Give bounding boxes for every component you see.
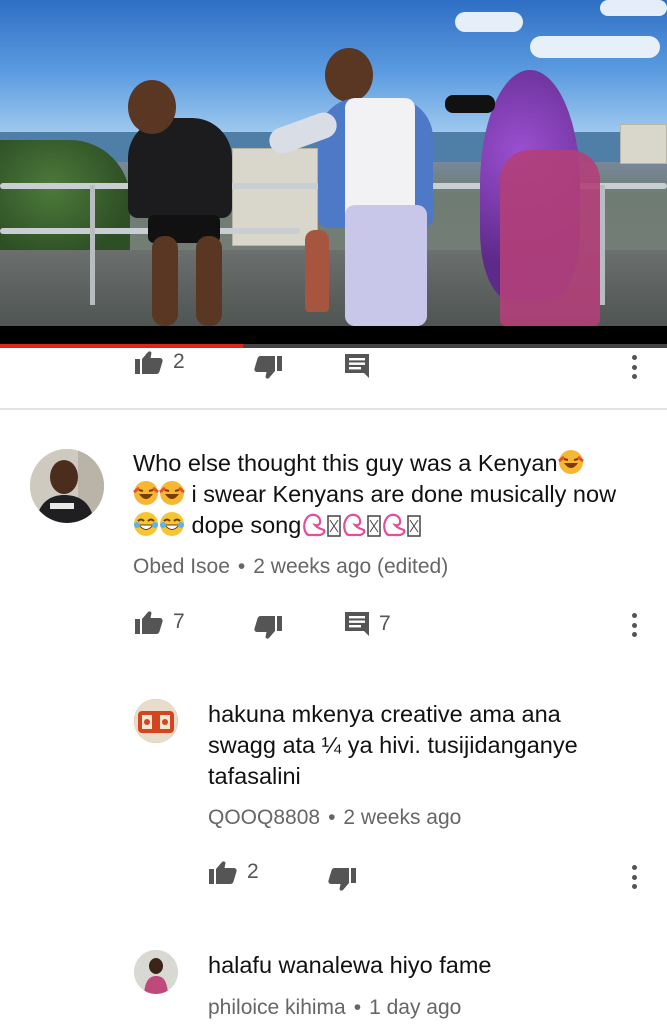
more-vertical-icon[interactable] bbox=[627, 862, 641, 892]
thumb-down-icon bbox=[254, 616, 282, 640]
comment-time: 1 day ago bbox=[369, 996, 462, 1019]
flexed-biceps-emoji-icon bbox=[301, 511, 327, 537]
laughing-emoji-icon bbox=[557, 449, 584, 475]
avatar[interactable] bbox=[134, 699, 178, 743]
avatar[interactable] bbox=[134, 950, 178, 994]
thumb-up-icon bbox=[135, 610, 163, 634]
dislike-button[interactable] bbox=[328, 868, 356, 892]
comment-time: 2 weeks ago (edited) bbox=[253, 555, 449, 578]
crying-laughing-emoji-icon bbox=[133, 511, 159, 537]
comment-button[interactable] bbox=[345, 354, 369, 378]
meta-separator: • bbox=[353, 996, 362, 1019]
thumb-up-icon bbox=[135, 350, 163, 374]
player-bottom-bar bbox=[0, 326, 667, 346]
reply-button[interactable]: 7 bbox=[345, 612, 391, 636]
flexed-biceps-emoji-icon bbox=[381, 511, 407, 537]
laughing-emoji-icon bbox=[133, 480, 159, 506]
flexed-biceps-emoji-icon bbox=[341, 511, 367, 537]
comment-time: 2 weeks ago bbox=[343, 806, 462, 829]
dislike-button[interactable] bbox=[254, 356, 282, 380]
comment-meta: philoice kihima • 1 day ago bbox=[208, 996, 461, 1020]
video-action-row: 2 bbox=[0, 346, 667, 380]
comment-icon bbox=[345, 612, 369, 636]
unsupported-glyph-icon bbox=[327, 514, 342, 540]
thumb-down-icon bbox=[254, 356, 282, 380]
thumb-up-icon bbox=[209, 860, 237, 884]
comment-body: hakuna mkenya creative ama ana swagg ata… bbox=[208, 701, 578, 789]
comment-author[interactable]: Obed Isoe bbox=[133, 555, 230, 578]
like-count: 7 bbox=[173, 610, 185, 633]
like-button[interactable]: 2 bbox=[135, 350, 185, 374]
comment-meta: QOOQ8808 • 2 weeks ago bbox=[208, 806, 461, 830]
comment-author[interactable]: philoice kihima bbox=[208, 996, 346, 1019]
comment-author[interactable]: QOOQ8808 bbox=[208, 806, 320, 829]
crying-laughing-emoji-icon bbox=[159, 511, 185, 537]
meta-separator: • bbox=[237, 555, 246, 578]
comment-text-part: Who else thought this guy was a Kenyan bbox=[133, 450, 558, 476]
comment-action-row: 2 bbox=[0, 858, 667, 892]
like-count: 2 bbox=[173, 350, 185, 373]
video-player[interactable] bbox=[0, 0, 667, 326]
unsupported-glyph-icon bbox=[407, 514, 422, 540]
comment-icon bbox=[345, 354, 369, 378]
meta-separator: • bbox=[328, 806, 336, 829]
comment-meta: Obed Isoe • 2 weeks ago (edited) bbox=[133, 555, 448, 579]
avatar[interactable] bbox=[30, 449, 104, 523]
like-button[interactable]: 7 bbox=[135, 610, 185, 634]
section-divider bbox=[0, 408, 667, 410]
comment-text-part: i swear Kenyans are done musically now bbox=[191, 481, 617, 507]
unsupported-glyph-icon bbox=[367, 514, 382, 540]
comment-action-row: 7 7 bbox=[0, 606, 667, 640]
more-vertical-icon[interactable] bbox=[627, 352, 641, 382]
reply-count: 7 bbox=[379, 612, 391, 635]
thumb-down-icon bbox=[328, 868, 356, 892]
more-vertical-icon[interactable] bbox=[627, 610, 641, 640]
dislike-button[interactable] bbox=[254, 616, 282, 640]
like-count: 2 bbox=[247, 860, 259, 883]
comment-body: halafu wanalewa hiyo fame bbox=[208, 952, 492, 978]
like-button[interactable]: 2 bbox=[209, 860, 259, 884]
comment-text-part: dope song bbox=[191, 512, 302, 538]
laughing-emoji-icon bbox=[159, 480, 185, 506]
comment-body: Who else thought this guy was a Kenyan i… bbox=[133, 448, 633, 541]
